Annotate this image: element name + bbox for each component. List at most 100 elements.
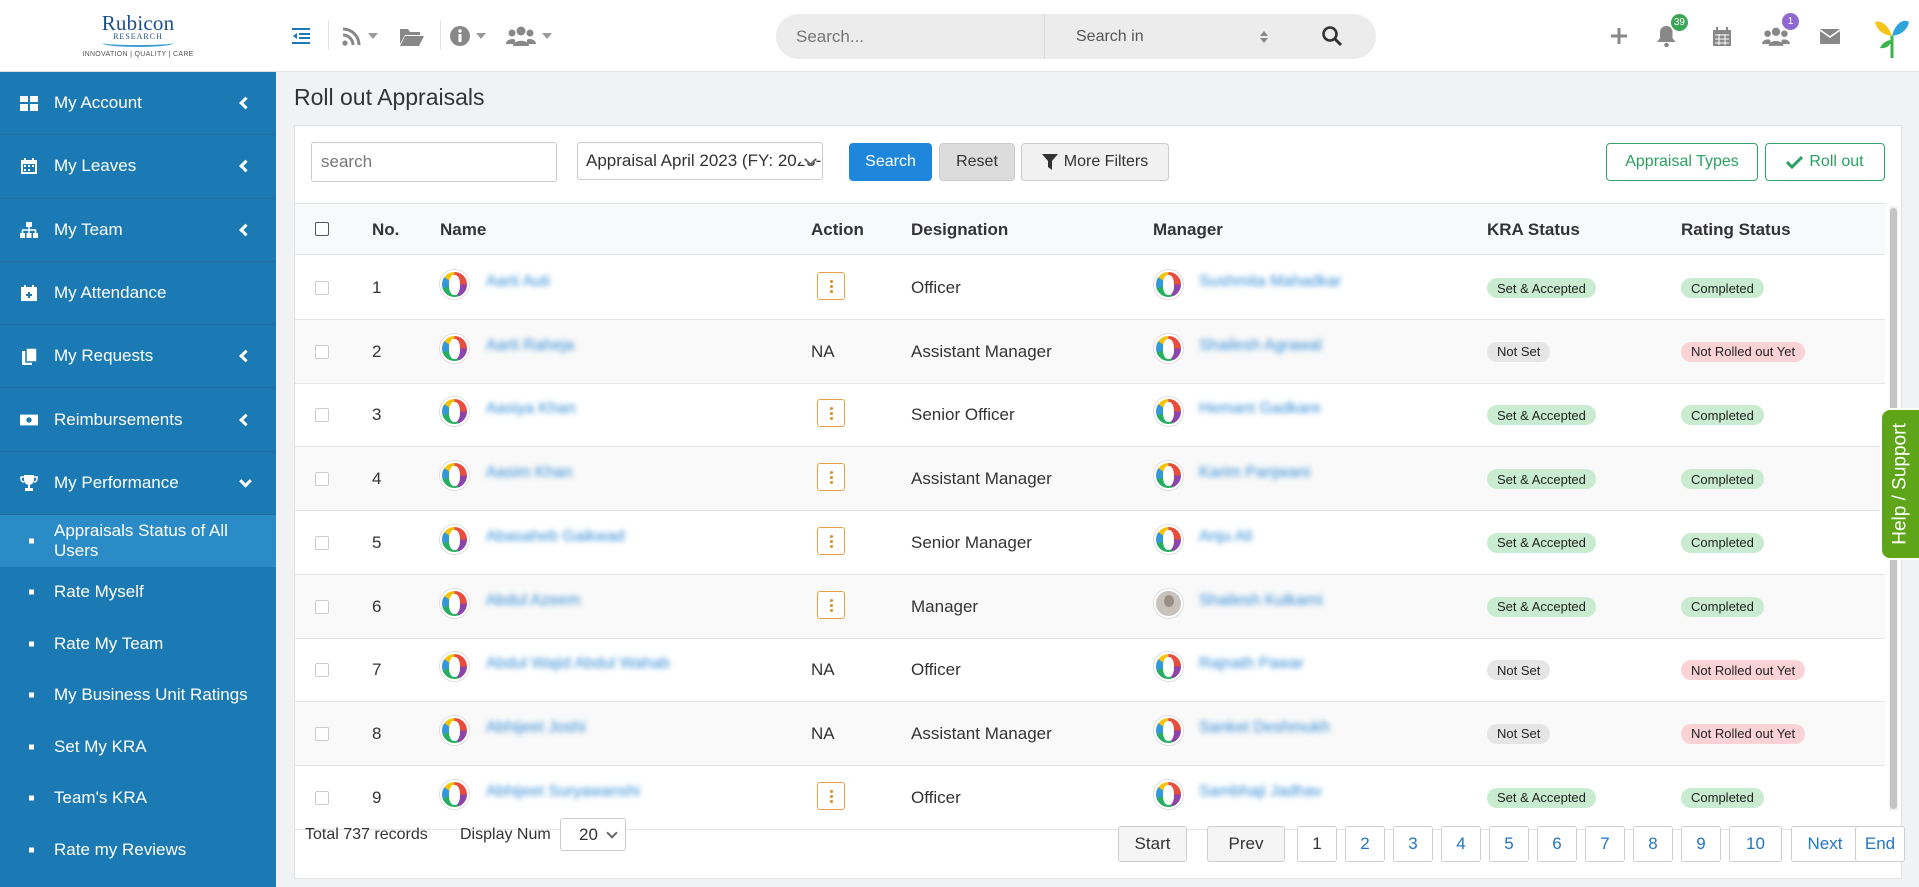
page-button-end[interactable]: End <box>1855 826 1905 862</box>
sidebar-item-my-requests[interactable]: My Requests <box>0 325 276 389</box>
sidebar-subitem-rate-my-reviews[interactable]: Rate my Reviews <box>0 824 276 876</box>
manager-name-link[interactable]: Sanket Deshmukh <box>1199 719 1330 737</box>
manager-name-link[interactable]: Karim Panjwani <box>1199 464 1310 482</box>
row-checkbox[interactable] <box>315 408 329 423</box>
sidebar-item-my-attendance[interactable]: My Attendance <box>0 262 276 326</box>
action-menu-button[interactable] <box>817 463 845 492</box>
table-row[interactable]: 1 Aarti Auti Officer Sushmita Mahadkar Set &… <box>295 256 1885 320</box>
filter-search-input[interactable] <box>311 142 557 182</box>
table-row[interactable]: 7 Abdul Wajid Abdul Wahab NA Officer Rajnath… <box>295 638 1885 703</box>
page-button-prev[interactable]: Prev <box>1207 826 1285 862</box>
action-menu-button[interactable] <box>817 272 845 300</box>
employee-avatar <box>440 524 469 554</box>
employee-name-link[interactable]: Abdul Wajid Abdul Wahab <box>486 655 670 673</box>
users-dropdown[interactable] <box>506 22 552 50</box>
notifications-button[interactable]: 39 <box>1657 14 1688 50</box>
row-checkbox[interactable] <box>315 281 329 295</box>
row-checkbox[interactable] <box>315 790 329 805</box>
rating-status-badge: Completed <box>1681 596 1764 617</box>
select-all-checkbox[interactable] <box>315 222 329 236</box>
calendar-grid-icon[interactable] <box>1713 22 1731 50</box>
sidebar-subitem-teams-kra[interactable]: Team's KRA <box>0 773 276 825</box>
page-button-10[interactable]: 10 <box>1729 826 1782 862</box>
row-checkbox[interactable] <box>315 344 329 359</box>
more-filters-button[interactable]: More Filters <box>1021 143 1169 181</box>
row-checkbox[interactable] <box>315 599 329 614</box>
sidebar-subitem-set-my-kra[interactable]: Set My KRA <box>0 721 276 773</box>
user-avatar-logo[interactable] <box>1874 14 1910 60</box>
menu-indent-icon[interactable] <box>292 22 310 50</box>
manager-name-link[interactable]: Rajnath Pawar <box>1199 655 1304 673</box>
table-row[interactable]: 6 Abdul Azeem Manager Shailesh Kulkarni Set … <box>295 574 1885 639</box>
page-button-8[interactable]: 8 <box>1633 826 1673 862</box>
team-button[interactable]: 1 <box>1762 13 1799 50</box>
manager-name-link[interactable]: Shailesh Kulkarni <box>1199 592 1323 610</box>
table-row[interactable]: 9 Abhijeet Suryawanshi Officer Sambhaji Jad… <box>295 766 1885 830</box>
global-search-input[interactable] <box>796 14 1036 59</box>
add-icon[interactable] <box>1610 22 1628 50</box>
sidebar-subitem-appraisals-status[interactable]: Appraisals Status of All Users <box>0 515 276 567</box>
page-button-next[interactable]: Next <box>1791 826 1859 862</box>
sidebar-subitem-business-unit-ratings[interactable]: My Business Unit Ratings <box>0 670 276 722</box>
search-in-select[interactable]: Search in <box>1076 28 1144 46</box>
sidebar-subitem-rate-myself[interactable]: Rate Myself <box>0 567 276 619</box>
designation: Senior Manager <box>911 532 1032 552</box>
row-checkbox[interactable] <box>315 472 329 487</box>
employee-name-link[interactable]: Aasim Khan <box>486 464 572 482</box>
employee-name-link[interactable]: Aarti Auti <box>486 273 550 291</box>
rollout-button[interactable]: Roll out <box>1765 143 1885 181</box>
sidebar-item-reimbursements[interactable]: Reimbursements <box>0 388 276 452</box>
page-button-start[interactable]: Start <box>1118 826 1187 862</box>
manager-name-link[interactable]: Hemant Gadkare <box>1199 400 1321 418</box>
table-row[interactable]: 8 Abhijeet Joshi NA Assistant Manager Sanket… <box>295 701 1885 766</box>
manager-name-link[interactable]: Sambhaji Jadhav <box>1199 783 1322 801</box>
table-row[interactable]: 4 Aasim Khan Assistant Manager Karim Panjwa… <box>295 447 1885 512</box>
row-checkbox[interactable] <box>315 535 329 550</box>
search-button[interactable]: Search <box>849 143 932 181</box>
company-logo[interactable]: Rubicon RESEARCH INNOVATION | QUALITY | … <box>0 0 276 72</box>
reset-button[interactable]: Reset <box>939 143 1015 181</box>
appraisal-select-value: Appraisal April 2023 (FY: 2023-24) <box>586 151 823 170</box>
page-button-3[interactable]: 3 <box>1393 826 1433 862</box>
page-button-7[interactable]: 7 <box>1585 826 1625 862</box>
employee-name-link[interactable]: Aasiya Khan <box>486 400 576 418</box>
appraisal-types-button[interactable]: Appraisal Types <box>1606 143 1758 181</box>
row-checkbox[interactable] <box>315 726 329 741</box>
sidebar-item-my-team[interactable]: My Team <box>0 199 276 262</box>
page-button-4[interactable]: 4 <box>1441 826 1481 862</box>
table-row[interactable]: 2 Aarti Raheja NA Assistant Manager Shailesh… <box>295 319 1885 384</box>
action-menu-button[interactable] <box>817 399 845 428</box>
search-icon[interactable] <box>1321 25 1343 47</box>
action-menu-button[interactable] <box>817 526 845 555</box>
folder-open-icon[interactable] <box>400 22 424 50</box>
appraisal-select[interactable]: Appraisal April 2023 (FY: 2023-24) <box>577 142 823 180</box>
sidebar-subitem-rate-my-team[interactable]: Rate My Team <box>0 618 276 670</box>
table-row[interactable]: 3 Aasiya Khan Senior Officer Hemant Gadkare… <box>295 383 1885 448</box>
help-support-tab[interactable]: Help / Support <box>1880 408 1919 560</box>
employee-name-link[interactable]: Abasaheb Gaikwad <box>486 528 625 546</box>
sidebar-item-my-leaves[interactable]: My Leaves <box>0 135 276 199</box>
page-button-5[interactable]: 5 <box>1489 826 1529 862</box>
manager-name-link[interactable]: Shailesh Agrawal <box>1199 337 1322 355</box>
page-button-9[interactable]: 9 <box>1681 826 1721 862</box>
mail-icon[interactable] <box>1820 22 1840 50</box>
row-checkbox[interactable] <box>315 663 329 678</box>
employee-name-link[interactable]: Aarti Raheja <box>486 337 574 355</box>
info-dropdown[interactable] <box>450 22 486 50</box>
rss-dropdown[interactable] <box>342 22 378 50</box>
manager-name-link[interactable]: Anju Ali <box>1199 528 1252 546</box>
manager-name-link[interactable]: Sushmita Mahadkar <box>1199 273 1341 291</box>
designation: Officer <box>911 660 961 680</box>
employee-name-link[interactable]: Abhijeet Suryawanshi <box>486 783 640 801</box>
employee-name-link[interactable]: Abhijeet Joshi <box>486 719 586 737</box>
action-menu-button[interactable] <box>817 590 845 619</box>
table-row[interactable]: 5 Abasaheb Gaikwad Senior Manager Anju Ali S… <box>295 511 1885 575</box>
page-button-1[interactable]: 1 <box>1297 826 1337 862</box>
sidebar-item-my-performance[interactable]: My Performance <box>0 452 276 516</box>
action-menu-button[interactable] <box>817 781 845 810</box>
page-button-2[interactable]: 2 <box>1345 826 1385 862</box>
sidebar-item-my-account[interactable]: My Account <box>0 72 276 136</box>
display-num-select[interactable]: 20 <box>560 818 626 851</box>
employee-name-link[interactable]: Abdul Azeem <box>486 592 580 610</box>
page-button-6[interactable]: 6 <box>1537 826 1577 862</box>
